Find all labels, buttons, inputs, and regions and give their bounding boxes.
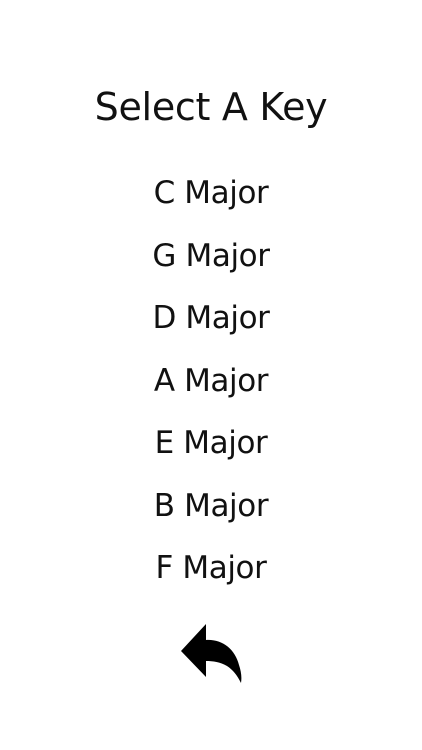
- back-button[interactable]: [174, 612, 250, 688]
- key-select-screen: Select A Key C Major G Major D Major A M…: [0, 0, 422, 750]
- key-option-f-major[interactable]: F Major: [0, 545, 422, 608]
- page-title: Select A Key: [94, 85, 328, 129]
- key-option-e-major[interactable]: E Major: [0, 420, 422, 483]
- key-option-a-major[interactable]: A Major: [0, 358, 422, 421]
- reply-arrow-icon: [181, 624, 242, 683]
- key-option-b-major[interactable]: B Major: [0, 483, 422, 546]
- key-list: C Major G Major D Major A Major E Major …: [0, 170, 422, 608]
- key-option-d-major[interactable]: D Major: [0, 295, 422, 358]
- key-option-g-major[interactable]: G Major: [0, 233, 422, 296]
- key-option-c-major[interactable]: C Major: [0, 170, 422, 233]
